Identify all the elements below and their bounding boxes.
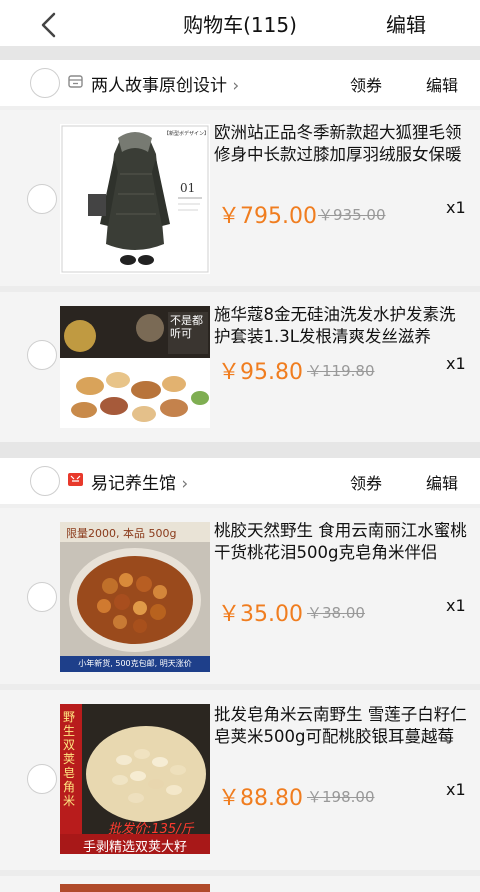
product-image-label: 小年新货, 500克包邮, 明天涨价 <box>78 659 192 668</box>
item-select-checkbox[interactable] <box>27 764 57 794</box>
divider <box>0 46 480 60</box>
header: 购物车(115) 编辑 <box>0 0 480 46</box>
original-price: ￥935.00 <box>318 206 386 224</box>
tmall-shop-icon <box>68 473 83 486</box>
product-price: ￥35.00 <box>218 602 303 627</box>
cart-item[interactable]: 01 【新型ボデザイン】 欧洲站正品冬季新款超大狐狸毛领修身中长款过膝加厚羽绒服… <box>0 110 480 286</box>
original-price: ￥38.00 <box>307 604 365 622</box>
quantity: x1 <box>446 780 466 799</box>
product-price: ￥795.00 <box>218 204 317 229</box>
divider <box>0 442 480 458</box>
original-price: ￥198.00 <box>307 788 375 806</box>
item-select-checkbox[interactable] <box>27 184 57 214</box>
coupon-button[interactable]: 领券 <box>350 470 382 494</box>
shop-header: 易记养生馆 › 领券 编辑 <box>0 458 480 504</box>
cart-item[interactable]: 野生双荚皂角米 批发价:135/斤 手剥精选双荚大籽 批发皂角米云南野生 雪莲子… <box>0 690 480 870</box>
chevron-right-icon: › <box>232 76 240 96</box>
product-image-label: 批发价:135/斤 <box>108 822 194 837</box>
quantity: x1 <box>446 596 466 615</box>
product-title[interactable]: 欧洲站正品冬季新款超大狐狸毛领修身中长款过膝加厚羽绒服女保暖 <box>214 122 470 166</box>
shop-icon <box>68 75 83 88</box>
product-title[interactable]: 批发皂角米云南野生 雪莲子白籽仁皂荚米500g可配桃胶银耳蔓越莓 <box>214 704 470 748</box>
shop-name[interactable]: 两人故事原创设计 › <box>91 71 239 96</box>
product-image[interactable]: 限量2000, 本品 500g 小年新货, 500克包邮, 明天涨价 <box>60 522 210 672</box>
product-image-coat: 01 <box>60 124 210 274</box>
product-image-label: 【新型ボデザイン】 <box>164 131 210 137</box>
svg-text:01: 01 <box>180 181 195 195</box>
chevron-right-icon: › <box>181 474 189 494</box>
product-image-label: 限量2000, 本品 500g <box>66 527 177 540</box>
edit-cart-button[interactable]: 编辑 <box>386 9 426 38</box>
product-image[interactable] <box>60 884 210 892</box>
quantity: x1 <box>446 354 466 373</box>
product-image[interactable]: 01 【新型ボデザイン】 <box>60 124 210 274</box>
shop-name[interactable]: 易记养生馆 › <box>91 469 188 494</box>
cart-item[interactable]: 不是都听可 施华蔻8金无硅油洗发水护发素洗护套装1.3L发根清爽发丝滋养 ￥95… <box>0 292 480 442</box>
product-image-label: 不是都听可 <box>170 314 203 340</box>
cart-item[interactable]: 限量2000, 本品 500g 小年新货, 500克包邮, 明天涨价 桃胶天然野… <box>0 508 480 684</box>
product-image[interactable]: 不是都听可 <box>60 306 210 428</box>
coupon-button[interactable]: 领券 <box>350 72 382 96</box>
cart-item-partial[interactable] <box>0 876 480 892</box>
shop-select-checkbox[interactable] <box>30 466 60 496</box>
product-price: ￥88.80 <box>218 786 303 811</box>
item-select-checkbox[interactable] <box>27 340 57 370</box>
shop-edit-button[interactable]: 编辑 <box>426 470 458 494</box>
original-price: ￥119.80 <box>307 362 375 380</box>
shop-select-checkbox[interactable] <box>30 68 60 98</box>
product-image-label: 手剥精选双荚大籽 <box>82 840 187 854</box>
product-title[interactable]: 桃胶天然野生 食用云南丽江水蜜桃干货桃花泪500g克皂角米伴侣 <box>214 520 470 564</box>
product-title[interactable]: 施华蔻8金无硅油洗发水护发素洗护套装1.3L发根清爽发丝滋养 <box>214 304 470 348</box>
item-select-checkbox[interactable] <box>27 582 57 612</box>
product-image-label: 野生双荚皂角米 <box>63 710 76 808</box>
quantity: x1 <box>446 198 466 217</box>
shop-header: 两人故事原创设计 › 领券 编辑 <box>0 60 480 106</box>
product-image[interactable]: 野生双荚皂角米 批发价:135/斤 手剥精选双荚大籽 <box>60 704 210 854</box>
product-image-peach-gum <box>60 522 210 672</box>
shop-edit-button[interactable]: 编辑 <box>426 72 458 96</box>
product-price: ￥95.80 <box>218 360 303 385</box>
